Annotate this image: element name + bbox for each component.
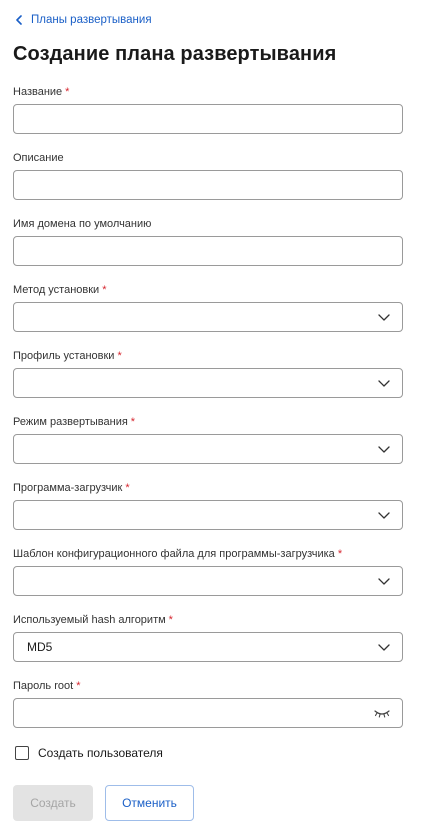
chevron-down-icon xyxy=(378,446,390,453)
domain-field: Имя домена по умолчанию xyxy=(13,217,403,266)
bootloader-field: Программа-загрузчик * xyxy=(13,481,403,530)
create-user-label: Создать пользователя xyxy=(38,746,163,760)
name-input-box[interactable] xyxy=(13,104,403,134)
bootloader-label: Программа-загрузчик * xyxy=(13,482,130,494)
install-method-label: Метод установки * xyxy=(13,284,107,296)
domain-label: Имя домена по умолчанию xyxy=(13,218,152,230)
chevron-down-icon xyxy=(378,314,390,321)
create-user-option[interactable]: Создать пользователя xyxy=(15,746,163,760)
required-mark: * xyxy=(76,680,81,692)
create-user-checkbox[interactable] xyxy=(15,746,29,760)
bootloader-select[interactable] xyxy=(13,500,403,530)
description-label: Описание xyxy=(13,152,64,164)
root-password-field: Пароль root * xyxy=(13,679,403,728)
deploy-mode-field: Режим развертывания * xyxy=(13,415,403,464)
chevron-down-icon xyxy=(378,512,390,519)
description-input[interactable] xyxy=(14,171,402,199)
required-mark: * xyxy=(117,350,122,362)
root-password-input[interactable] xyxy=(14,699,402,727)
domain-input[interactable] xyxy=(14,237,402,265)
required-mark: * xyxy=(168,614,173,626)
install-method-select[interactable] xyxy=(13,302,403,332)
required-mark: * xyxy=(102,284,107,296)
bootloader-template-label: Шаблон конфигурационного файла для прогр… xyxy=(13,548,343,560)
breadcrumb-back-link[interactable]: Планы развертывания xyxy=(13,12,152,28)
bootloader-template-field: Шаблон конфигурационного файла для прогр… xyxy=(13,547,403,596)
chevron-down-icon xyxy=(378,380,390,387)
chevron-left-icon xyxy=(13,14,25,26)
install-profile-select[interactable] xyxy=(13,368,403,398)
name-input[interactable] xyxy=(14,105,402,133)
install-profile-field: Профиль установки * xyxy=(13,349,403,398)
name-field: Название * xyxy=(13,85,403,134)
required-mark: * xyxy=(125,482,130,494)
deploy-mode-label: Режим развертывания * xyxy=(13,416,136,428)
domain-input-box[interactable] xyxy=(13,236,403,266)
description-field: Описание xyxy=(13,151,403,200)
required-mark: * xyxy=(65,86,70,98)
cancel-button[interactable]: Отменить xyxy=(105,785,194,821)
hash-algorithm-select[interactable]: MD5 xyxy=(13,632,403,662)
page-title: Создание плана развертывания xyxy=(13,43,337,65)
name-label: Название * xyxy=(13,86,70,98)
eye-closed-icon[interactable] xyxy=(374,708,390,718)
install-profile-label: Профиль установки * xyxy=(13,350,122,362)
bootloader-template-select[interactable] xyxy=(13,566,403,596)
root-password-input-box[interactable] xyxy=(13,698,403,728)
required-mark: * xyxy=(130,416,136,428)
install-method-field: Метод установки * xyxy=(13,283,403,332)
breadcrumb-label: Планы развертывания xyxy=(31,14,152,26)
hash-algorithm-field: Используемый hash алгоритм * MD5 xyxy=(13,613,403,662)
chevron-down-icon xyxy=(378,644,390,651)
description-input-box[interactable] xyxy=(13,170,403,200)
root-password-label: Пароль root * xyxy=(13,680,81,692)
deploy-mode-select[interactable] xyxy=(13,434,403,464)
chevron-down-icon xyxy=(378,578,390,585)
hash-algorithm-label: Используемый hash алгоритм * xyxy=(13,614,173,626)
hash-algorithm-value: MD5 xyxy=(27,640,53,654)
create-button[interactable]: Создать xyxy=(13,785,93,821)
required-mark: * xyxy=(337,548,343,560)
